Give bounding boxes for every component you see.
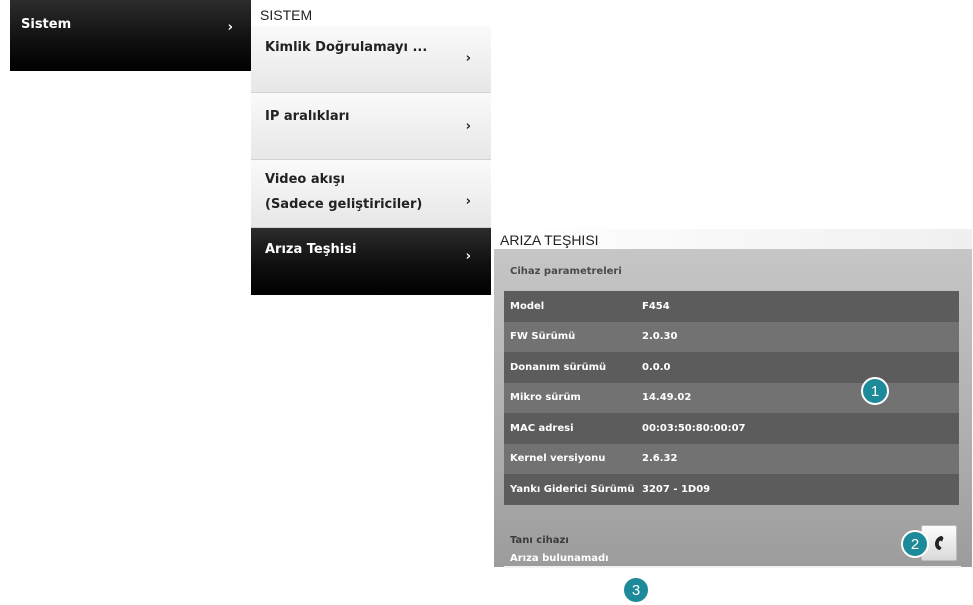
diagnostics-panel: Cihaz parametreleri Model F454 FW Sürümü…: [494, 249, 972, 568]
diagnostic-device-label: Tanı cihazı: [510, 535, 569, 546]
divider: [504, 566, 961, 568]
param-key: FW Sürümü: [510, 331, 576, 343]
param-value: 3207 - 1D09: [642, 483, 711, 495]
menu-item-label: Kimlik Doğrulamayı ...: [265, 40, 428, 55]
menu-item-fault-diagnosis[interactable]: Arıza Teşhisi ›: [251, 228, 491, 295]
phone-handset-icon: [935, 536, 944, 550]
diagnostics-title: ARIZA TEŞHISI: [494, 229, 972, 249]
section-label: Cihaz parametreleri: [510, 266, 622, 277]
param-key: Donanım sürümü: [510, 361, 607, 373]
param-row-hardware-version: Donanım sürümü 0.0.0: [504, 352, 959, 383]
param-value: 0.0.0: [642, 361, 671, 373]
param-value: F454: [642, 300, 670, 312]
menu-item-label: Arıza Teşhisi: [265, 242, 357, 257]
callout-marker-1: 1: [861, 377, 889, 405]
chevron-right-icon: ›: [465, 119, 471, 134]
chevron-right-icon: ›: [227, 20, 233, 35]
callout-marker-2: 2: [901, 530, 929, 558]
diagnostic-status-value: Arıza bulunamadı: [510, 553, 609, 564]
param-row-kernel-version: Kernel versiyonu 2.6.32: [504, 443, 959, 474]
param-row-echo-canceller-version: Yankı Giderici Sürümü 3207 - 1D09: [504, 474, 959, 505]
param-value: 00:03:50:80:00:07: [642, 422, 746, 434]
menu-item-authentication[interactable]: Kimlik Doğrulamayı ... ›: [251, 26, 491, 93]
param-row-model: Model F454: [504, 291, 959, 322]
param-key: Kernel versiyonu: [510, 453, 606, 465]
menu-item-ip-ranges[interactable]: IP aralıkları ›: [251, 93, 491, 160]
param-key: Yankı Giderici Sürümü: [510, 483, 635, 495]
menu-item-video-stream[interactable]: Video akışı (Sadece geliştiriciler) ›: [251, 160, 491, 228]
param-value: 2.6.32: [642, 453, 678, 465]
menu-item-sublabel: (Sadece geliştiriciler): [265, 197, 423, 212]
param-key: Mikro sürüm: [510, 392, 581, 404]
menu-item-sistem[interactable]: Sistem ›: [10, 0, 251, 71]
chevron-right-icon: ›: [465, 249, 471, 264]
device-parameters-table: Model F454 FW Sürümü 2.0.30 Donanım sürü…: [504, 291, 959, 505]
callout-marker-3: 3: [622, 576, 650, 604]
menu-item-label: IP aralıkları: [265, 109, 350, 124]
menu-item-label: Video akışı: [265, 172, 345, 187]
param-row-mac-address: MAC adresi 00:03:50:80:00:07: [504, 413, 959, 444]
menu-item-label: Sistem: [21, 17, 72, 32]
param-row-micro-version: Mikro sürüm 14.49.02: [504, 382, 959, 413]
param-row-fw-version: FW Sürümü 2.0.30: [504, 321, 959, 352]
param-key: Model: [510, 300, 545, 312]
param-value: 2.0.30: [642, 331, 678, 343]
sistem-submenu: Kimlik Doğrulamayı ... › IP aralıkları ›…: [251, 26, 491, 295]
submenu-title: SISTEM: [260, 7, 313, 23]
param-value: 14.49.02: [642, 392, 692, 404]
param-key: MAC adresi: [510, 422, 574, 434]
chevron-right-icon: ›: [465, 51, 471, 66]
chevron-right-icon: ›: [465, 194, 471, 209]
